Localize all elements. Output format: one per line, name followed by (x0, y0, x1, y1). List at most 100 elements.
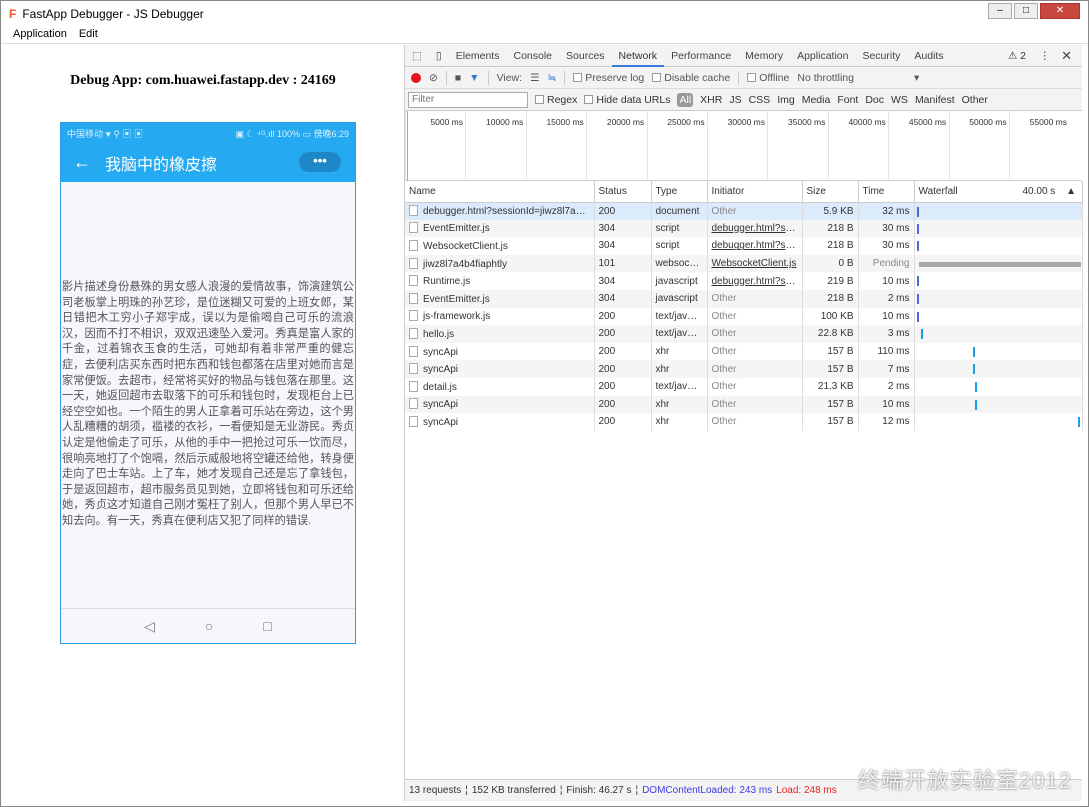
table-row[interactable]: WebsocketClient.js 304 script debugger.h… (405, 237, 1083, 255)
request-name[interactable]: EventEmitter.js (405, 219, 595, 238)
request-initiator[interactable]: WebsocketClient.js (707, 254, 803, 273)
request-name[interactable]: syncApi (405, 413, 595, 431)
nav-home-icon[interactable]: ○ (205, 618, 213, 634)
request-name[interactable]: debugger.html?sessionId=jiwz8l7a4b4fiaph… (405, 202, 595, 220)
tab-performance[interactable]: Performance (664, 45, 738, 67)
filter-ws[interactable]: WS (891, 94, 908, 106)
filter-doc[interactable]: Doc (865, 94, 884, 106)
file-icon (409, 292, 418, 304)
network-overview[interactable]: 5000 ms 10000 ms 15000 ms 20000 ms 25000 ms 3… (405, 111, 1082, 181)
col-size[interactable]: Size (802, 181, 859, 203)
table-row[interactable]: syncApi 200 xhr Other 157 B 7 ms (405, 360, 1083, 378)
transferred-size: 152 KB transferred (471, 785, 556, 796)
finish-time: Finish: 46.27 s (566, 785, 632, 796)
inspect-icon[interactable]: ⬚ (405, 45, 429, 67)
table-row[interactable]: syncApi 200 xhr Other 157 B 110 ms (405, 342, 1083, 361)
request-time: 12 ms (858, 413, 915, 431)
screenshot-icon[interactable]: ■ (455, 72, 461, 84)
request-name[interactable]: detail.js (405, 377, 595, 396)
request-initiator: Other (707, 289, 803, 308)
close-devtools-icon[interactable]: ✕ (1061, 48, 1072, 64)
request-name[interactable]: syncApi (405, 360, 595, 378)
request-name[interactable]: hello.js (405, 325, 595, 343)
filter-css[interactable]: CSS (749, 94, 771, 106)
request-status: 304 (594, 272, 652, 290)
tab-memory[interactable]: Memory (738, 45, 790, 67)
regex-checkbox[interactable]: Regex (535, 94, 577, 106)
request-time: 30 ms (858, 237, 915, 255)
waterfall-cell (914, 342, 1083, 361)
col-waterfall[interactable]: Waterfall 40.00 s ▲ (914, 181, 1083, 203)
filter-xhr[interactable]: XHR (700, 94, 722, 106)
minimize-button[interactable]: – (988, 3, 1012, 19)
tab-security[interactable]: Security (855, 45, 907, 67)
request-name[interactable]: WebsocketClient.js (405, 237, 595, 255)
tab-application[interactable]: Application (790, 45, 855, 67)
filter-js[interactable]: JS (729, 94, 741, 106)
table-row[interactable]: detail.js 200 text/javascript Other 21.3… (405, 377, 1083, 396)
close-button[interactable]: ✕ (1040, 3, 1080, 19)
request-name[interactable]: Runtime.js (405, 272, 595, 290)
table-row[interactable]: syncApi 200 xhr Other 157 B 10 ms (405, 395, 1083, 414)
filter-input[interactable] (408, 91, 528, 108)
request-name[interactable]: EventEmitter.js (405, 289, 595, 308)
col-initiator[interactable]: Initiator (707, 181, 803, 203)
filter-media[interactable]: Media (802, 94, 831, 106)
menu-edit[interactable]: Edit (79, 28, 98, 43)
request-name[interactable]: js-framework.js (405, 307, 595, 326)
request-initiator[interactable]: debugger.html?sessionId (707, 219, 803, 238)
maximize-button[interactable]: □ (1014, 3, 1038, 19)
request-name[interactable]: jiwz8l7a4b4fiaphtly (405, 254, 595, 273)
filter-manifest[interactable]: Manifest (915, 94, 955, 106)
col-status[interactable]: Status (594, 181, 652, 203)
tab-console[interactable]: Console (506, 45, 559, 67)
request-size: 157 B (802, 395, 859, 414)
table-row[interactable]: hello.js 200 text/javascript Other 22.8 … (405, 325, 1083, 343)
tab-audits[interactable]: Audits (907, 45, 950, 67)
table-row[interactable]: js-framework.js 200 text/javascript Othe… (405, 307, 1083, 326)
more-options-icon[interactable]: ⋮ (1040, 50, 1051, 62)
table-row[interactable]: syncApi 200 xhr Other 157 B 12 ms (405, 413, 1083, 431)
request-initiator[interactable]: debugger.html?sessionId (707, 272, 803, 290)
record-icon[interactable] (411, 72, 421, 83)
request-status: 200 (594, 342, 652, 361)
request-time: 3 ms (858, 325, 915, 343)
request-name[interactable]: syncApi (405, 342, 595, 361)
table-row[interactable]: debugger.html?sessionId=jiwz8l7a4b4fiaph… (405, 202, 1083, 220)
request-initiator[interactable]: debugger.html?sessionId (707, 237, 803, 255)
filter-all[interactable]: All (677, 92, 694, 107)
col-name[interactable]: Name (405, 181, 595, 203)
request-name[interactable]: syncApi (405, 395, 595, 414)
warning-count[interactable]: ⚠ 2 (1008, 50, 1026, 62)
nav-recent-icon[interactable]: □ (263, 618, 271, 634)
overview-tick: 45000 ms (888, 111, 949, 181)
tab-sources[interactable]: Sources (559, 45, 612, 67)
table-row[interactable]: EventEmitter.js 304 javascript Other 218… (405, 289, 1083, 308)
filter-icon[interactable]: ▼ (469, 72, 479, 84)
list-view-icon[interactable]: ☰ (530, 72, 539, 84)
menu-application[interactable]: Application (13, 28, 67, 43)
more-menu-button[interactable]: ••• (299, 152, 341, 172)
nav-back-icon[interactable]: ◁ (144, 618, 155, 635)
tab-elements[interactable]: Elements (449, 45, 507, 67)
back-arrow-icon[interactable]: ← (73, 152, 91, 173)
offline-checkbox[interactable]: Offline (747, 72, 789, 84)
device-toggle-icon[interactable]: ▯ (429, 45, 449, 67)
tab-network[interactable]: Network (611, 45, 665, 67)
table-row[interactable]: EventEmitter.js 304 script debugger.html… (405, 219, 1083, 238)
preserve-log-checkbox[interactable]: Preserve log (573, 72, 644, 84)
throttling-select[interactable]: No throttling ▾ (797, 72, 919, 84)
debug-app-title: Debug App: com.huawei.fastapp.dev : 2416… (70, 73, 336, 88)
overview-tick: 25000 ms (646, 111, 708, 181)
filter-font[interactable]: Font (837, 94, 858, 106)
disable-cache-checkbox[interactable]: Disable cache (652, 72, 730, 84)
filter-other[interactable]: Other (962, 94, 988, 106)
filter-img[interactable]: Img (777, 94, 795, 106)
col-time[interactable]: Time (858, 181, 915, 203)
table-row[interactable]: Runtime.js 304 javascript debugger.html?… (405, 272, 1083, 290)
col-type[interactable]: Type (651, 181, 708, 203)
waterfall-view-icon[interactable]: ≒ (547, 72, 556, 84)
table-row[interactable]: jiwz8l7a4b4fiaphtly 101 websocket Websoc… (405, 254, 1083, 273)
clear-icon[interactable]: ⊘ (429, 72, 438, 84)
hide-data-urls-checkbox[interactable]: Hide data URLs (584, 94, 670, 106)
